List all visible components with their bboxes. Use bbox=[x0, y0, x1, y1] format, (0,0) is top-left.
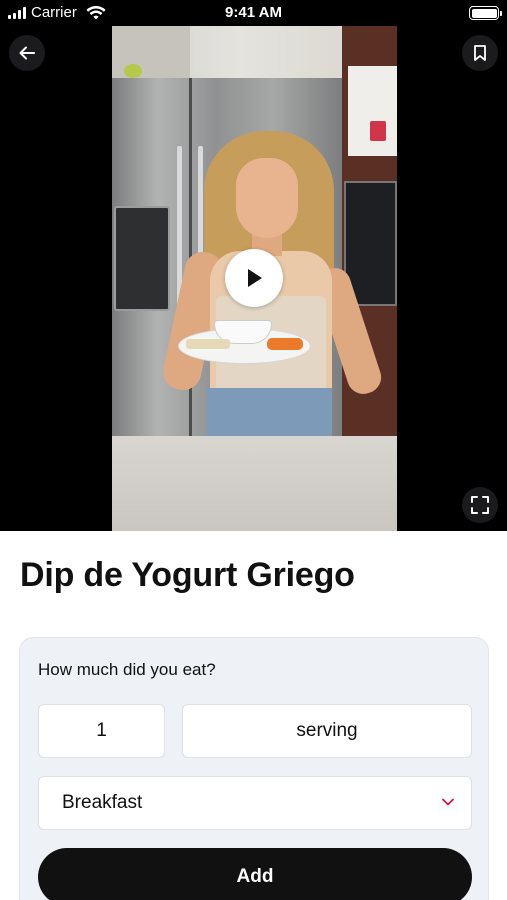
add-button-label: Add bbox=[236, 866, 274, 887]
video-player[interactable] bbox=[0, 26, 507, 531]
meal-value: Breakfast bbox=[62, 792, 143, 813]
bookmark-icon bbox=[474, 45, 486, 61]
recipe-title: Dip de Yogurt Griego bbox=[20, 556, 355, 594]
play-button[interactable] bbox=[225, 249, 283, 307]
log-food-card: How much did you eat? 1 serving Breakfas… bbox=[19, 637, 489, 900]
battery-icon bbox=[469, 6, 502, 20]
bookmark-button[interactable] bbox=[462, 35, 498, 71]
clock: 9:41 AM bbox=[225, 4, 282, 21]
portion-question: How much did you eat? bbox=[38, 660, 216, 679]
unit-value: serving bbox=[296, 720, 358, 741]
quantity-input[interactable]: 1 bbox=[38, 704, 165, 758]
meal-selector[interactable]: Breakfast bbox=[38, 776, 472, 830]
add-button[interactable]: Add bbox=[38, 848, 472, 900]
arrow-left-icon bbox=[19, 46, 35, 60]
status-bar: Carrier 9:41 AM bbox=[0, 0, 507, 26]
unit-selector[interactable]: serving bbox=[182, 704, 472, 758]
fullscreen-icon bbox=[471, 496, 489, 514]
play-icon bbox=[248, 269, 262, 287]
chevron-down-icon bbox=[442, 798, 454, 806]
back-button[interactable] bbox=[9, 35, 45, 71]
quantity-value: 1 bbox=[96, 720, 107, 741]
fullscreen-button[interactable] bbox=[462, 487, 498, 523]
